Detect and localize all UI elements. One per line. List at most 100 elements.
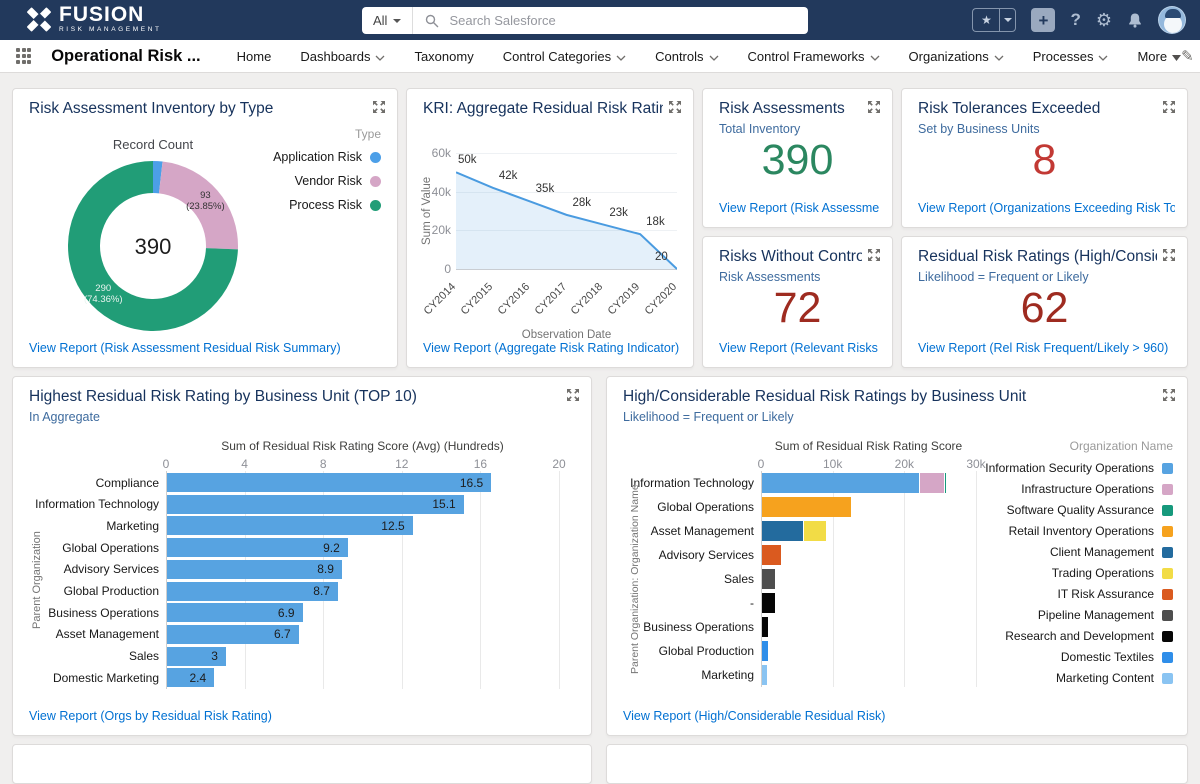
bar-value-label: 9.2 (167, 541, 340, 555)
view-report-link[interactable]: View Report (High/Considerable Residual … (623, 709, 885, 723)
chevron-down-icon (994, 49, 1004, 64)
favorites-dropdown-button[interactable] (999, 8, 1016, 32)
legend-swatch (1162, 631, 1173, 642)
view-report-link[interactable]: View Report (Organizations Exceeding Ris… (918, 201, 1175, 215)
view-report-link[interactable]: View Report (Rel Risk Frequent/Likely > … (918, 341, 1168, 355)
x-tick-label: 16 (465, 457, 495, 471)
chevron-down-icon (393, 19, 401, 23)
view-report-link[interactable]: View Report (Risk Assessment Re… (719, 201, 880, 215)
gridline (904, 471, 905, 687)
app-launcher-icon[interactable] (16, 48, 31, 63)
chevron-down-icon (1172, 49, 1181, 64)
bar-value-label: 16.5 (167, 476, 483, 490)
nav-item-more[interactable]: More (1137, 49, 1181, 64)
view-report-link[interactable]: View Report (Orgs by Residual Risk Ratin… (29, 709, 272, 723)
card-subtitle: Total Inventory (719, 122, 800, 136)
app-navigation-bar: Operational Risk ... Home Dashboards Taxon… (0, 40, 1200, 73)
bar-segment (762, 641, 769, 661)
search-input[interactable] (447, 12, 747, 29)
card-high-considerable-by-business-unit: High/Considerable Residual Risk Ratings … (606, 376, 1188, 736)
legend-label: Vendor Risk (295, 174, 362, 188)
global-search[interactable]: All (362, 7, 808, 34)
slice-label: 290 (74.36%) (65, 283, 141, 306)
nav-item-organizations[interactable]: Organizations (909, 49, 1004, 64)
fusion-logo: FUSION RISK MANAGEMENT (26, 4, 162, 34)
bar-segment (920, 473, 945, 493)
expand-icon[interactable] (1162, 388, 1176, 402)
card-subtitle: Likelihood = Frequent or Likely (623, 410, 794, 424)
point-label: 20 (655, 251, 668, 263)
nav-item-label: Organizations (909, 49, 989, 64)
x-axis-title: Observation Date (456, 329, 677, 341)
bar-value-label: 3 (167, 649, 218, 663)
expand-icon[interactable] (668, 100, 682, 114)
nav-item-label: Home (237, 49, 272, 64)
view-report-link[interactable]: View Report (Risk Assessment Residual Ri… (29, 341, 341, 355)
nav-item-dashboards[interactable]: Dashboards (300, 49, 385, 64)
card-metric-risk-assessments: Risk Assessments Total Inventory 390 View R… (702, 88, 893, 228)
setup-gear-icon[interactable]: ⚙ (1096, 10, 1112, 31)
axis-title: Sum of Residual Risk Rating Score (Avg) … (166, 439, 559, 453)
nav-item-label: Dashboards (300, 49, 370, 64)
notifications-bell-icon[interactable] (1127, 12, 1143, 29)
chart-legend: TypeApplication RiskVendor RiskProcess R… (273, 127, 381, 222)
legend-label: Trading Operations (1052, 566, 1154, 580)
chevron-down-icon (709, 49, 719, 64)
metric-value: 390 (703, 139, 892, 182)
expand-icon[interactable] (372, 100, 386, 114)
bar-value-label: 8.7 (167, 584, 330, 598)
nav-item-home[interactable]: Home (237, 49, 272, 64)
help-icon[interactable]: ? (1070, 10, 1080, 30)
bar-segment (945, 473, 947, 493)
nav-item-label: Control Frameworks (748, 49, 865, 64)
expand-icon[interactable] (1162, 100, 1176, 114)
x-tick-label: 10k (818, 457, 848, 471)
expand-icon[interactable] (867, 100, 881, 114)
bar-segment (762, 473, 920, 493)
legend-swatch (1162, 505, 1173, 516)
app-title: Operational Risk ... (51, 47, 200, 66)
search-scope-dropdown[interactable]: All (362, 7, 413, 34)
nav-item-control-frameworks[interactable]: Control Frameworks (748, 49, 880, 64)
donut-center-total: 390 (113, 234, 193, 260)
global-actions-plus-button[interactable]: + (1031, 8, 1055, 32)
legend-label: Domestic Textiles (1061, 650, 1154, 664)
card-subtitle: In Aggregate (29, 410, 100, 424)
card-title: Highest Residual Risk Rating by Business… (29, 388, 561, 406)
expand-icon[interactable] (867, 248, 881, 262)
chevron-down-icon (616, 49, 626, 64)
nav-item-controls[interactable]: Controls (655, 49, 718, 64)
view-report-link[interactable]: View Report (Relevant Risks with… (719, 341, 880, 355)
point-label: 23k (609, 207, 628, 219)
expand-icon[interactable] (1162, 248, 1176, 262)
x-tick-label: 8 (308, 457, 338, 471)
point-label: 50k (458, 154, 477, 166)
legend-title: Organization Name (985, 439, 1173, 453)
nav-item-control-categories[interactable]: Control Categories (503, 49, 626, 64)
user-avatar[interactable] (1158, 6, 1186, 34)
gridline (976, 471, 977, 687)
view-report-link[interactable]: View Report (Aggregate Risk Rating Indic… (423, 341, 679, 355)
favorites-star-button[interactable]: ★ (972, 8, 999, 32)
nav-item-label: More (1137, 49, 1167, 64)
expand-icon[interactable] (566, 388, 580, 402)
legend-item: Application Risk (273, 150, 381, 164)
legend-label: Application Risk (273, 150, 362, 164)
chart-title: Record Count (53, 137, 253, 152)
chevron-down-icon (375, 49, 385, 64)
legend-swatch (1162, 610, 1173, 621)
card-title: Risk Assessments (719, 100, 862, 118)
nav-item-taxonomy[interactable]: Taxonomy (414, 49, 473, 64)
card-kri-aggregate-residual-risk: KRI: Aggregate Residual Risk Rating View… (406, 88, 694, 368)
card-title: Risk Tolerances Exceeded (918, 100, 1157, 118)
bar-value-label: 2.4 (167, 671, 206, 685)
chevron-down-icon (870, 49, 880, 64)
legend-swatch (370, 200, 381, 211)
search-scope-value: All (373, 13, 387, 28)
legend-swatch (1162, 673, 1173, 684)
legend-label: Software Quality Assurance (1007, 503, 1154, 517)
bar-segment (762, 521, 804, 541)
edit-pencil-icon[interactable]: ✎ (1181, 47, 1194, 65)
card-subtitle: Likelihood = Frequent or Likely (918, 270, 1089, 284)
nav-item-processes[interactable]: Processes (1033, 49, 1109, 64)
